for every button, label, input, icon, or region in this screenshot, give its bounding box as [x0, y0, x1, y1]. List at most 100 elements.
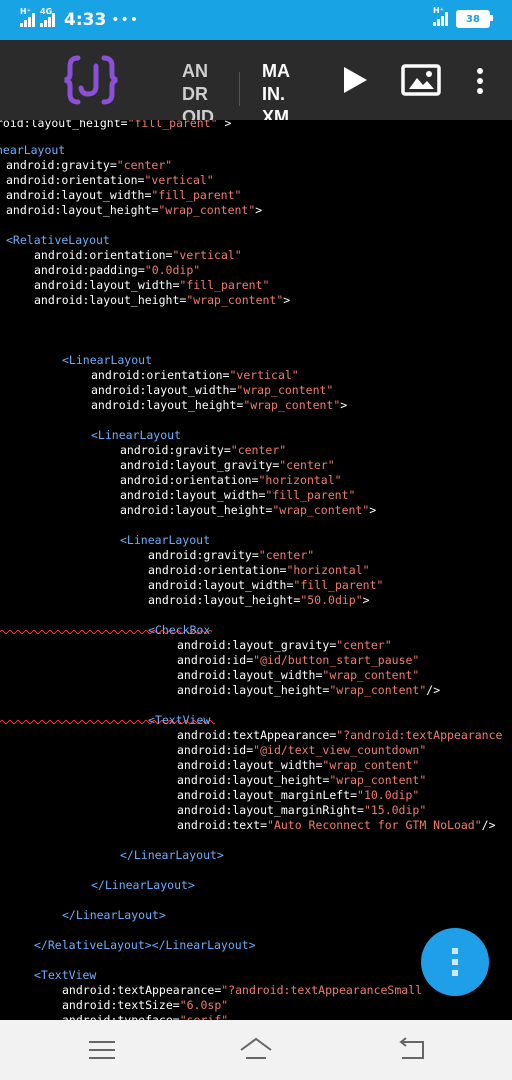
code-token-punct: >	[362, 593, 370, 607]
image-preview-icon[interactable]	[401, 64, 441, 96]
code-token-attr: android:orientation=	[120, 473, 259, 487]
code-line: android:padding="0.0dip"	[34, 263, 200, 278]
code-token-attr: android:layout_height=	[177, 773, 330, 787]
status-left: H⁺ 4G 4:33 •••	[20, 7, 140, 31]
code-token-str: "wrap_content"	[322, 758, 420, 772]
code-line: </LinearLayout>	[62, 908, 166, 923]
code-token-attr: android:layout_gravity=	[120, 458, 280, 472]
code-token-attr: android:gravity=	[6, 158, 117, 172]
code-line: android:layout_gravity="center"	[120, 458, 335, 473]
code-line: android:textAppearance="?android:textApp…	[62, 983, 422, 998]
code-token-attr: android:padding=	[34, 263, 145, 277]
code-token-str: "?android:textAppearanceSmall	[221, 983, 423, 997]
code-token-attr: android:orientation=	[148, 563, 287, 577]
code-token-str: "wrap_content"	[322, 668, 420, 682]
code-line: android:layout_width="fill_parent"	[148, 578, 383, 593]
code-token-str: "center"	[116, 158, 173, 172]
code-line: android:textSize="6.0sp"	[62, 998, 228, 1013]
code-token-attr: android:id=	[177, 653, 254, 667]
code-token-punct: >	[283, 293, 291, 307]
app-logo-icon[interactable]	[62, 52, 120, 108]
code-token-tag: <CheckBox	[148, 623, 211, 637]
signal-icon-right: H⁺	[433, 6, 448, 26]
signal-icon-1: H⁺	[20, 7, 35, 27]
code-token-attr: android:layout_width=	[34, 278, 180, 292]
code-token-str: "6.0sp"	[179, 998, 229, 1012]
code-line: android:gravity="center"	[6, 158, 172, 173]
code-token-attr: android:layout_height=	[6, 203, 159, 217]
code-token-attr: android:textSize=	[62, 998, 180, 1012]
tab-androidmanifest[interactable]: AN DR OID	[182, 60, 218, 120]
code-token-attr: android:layout_height=	[120, 503, 273, 517]
signal-icon-2: 4G	[40, 7, 55, 27]
code-line: android:layout_height="wrap_content">	[34, 293, 290, 308]
status-time: 4:33	[64, 10, 107, 30]
code-token-tag: </LinearLayout>	[62, 908, 166, 922]
code-token-str: "center"	[230, 443, 287, 457]
code-token-attr: android:orientation=	[34, 248, 173, 262]
battery-level: 38	[466, 13, 480, 25]
tab-main-xml[interactable]: MA IN. XM	[262, 60, 302, 120]
code-token-attr: android:typeface=	[62, 1013, 180, 1020]
code-token-punct: >	[369, 503, 377, 517]
code-line: <LinearLayout	[120, 533, 210, 548]
system-nav-bar	[0, 1020, 512, 1080]
code-token-str: "fill_parent"	[179, 278, 270, 292]
code-token-attr: android:layout_width=	[6, 188, 152, 202]
code-token-tag: nearLayout	[0, 143, 66, 157]
notification-more-icon: •••	[111, 12, 140, 28]
code-line: android:typeface="serif"	[62, 1013, 228, 1020]
code-token-str: "?android:textAppearance	[336, 728, 503, 742]
status-bar: H⁺ 4G 4:33 ••• H⁺ 38	[0, 0, 512, 40]
code-token-attr: android:text=	[177, 818, 268, 832]
code-line: android:text="Auto Reconnect for GTM NoL…	[177, 818, 496, 833]
code-token-tag: <RelativeLayout	[6, 233, 110, 247]
overflow-menu-icon[interactable]	[470, 66, 490, 96]
vertical-dots-icon	[452, 948, 458, 976]
back-icon[interactable]	[396, 1036, 428, 1064]
code-token-punct: >	[255, 203, 263, 217]
more-actions-fab[interactable]	[421, 928, 489, 996]
code-line: </RelativeLayout></LinearLayout>	[34, 938, 256, 953]
code-line: android:id="@id/text_view_countdown"	[177, 743, 426, 758]
code-token-str: "wrap_content"	[158, 203, 256, 217]
code-line: android:gravity="center"	[120, 443, 286, 458]
code-token-str: "center"	[279, 458, 335, 472]
code-token-punct: />	[426, 683, 441, 697]
menu-icon[interactable]	[86, 1036, 118, 1064]
code-token-attr: android:layout_width=	[91, 383, 237, 397]
code-editor[interactable]: roid:layout_height= "fill_parent" > nearLa…	[0, 120, 512, 1020]
code-line: android:orientation="vertical"	[91, 368, 299, 383]
tab-label-line: IN.	[262, 84, 286, 104]
code-line: android:orientation="horizontal"	[120, 473, 342, 488]
code-token-attr: android:textAppearance=	[62, 983, 222, 997]
network-type-label-right: H⁺	[433, 6, 444, 15]
code-token-attr: roid:layout_height=	[0, 120, 128, 130]
code-token-tag: <LinearLayout	[62, 353, 153, 367]
code-token-attr: android:layout_height=	[148, 593, 301, 607]
code-token-attr: android:layout_width=	[148, 578, 294, 592]
code-token-attr: android:textAppearance=	[177, 728, 337, 742]
home-icon[interactable]	[238, 1036, 274, 1064]
app-toolbar: AN DR OID MA IN. XM	[0, 40, 512, 120]
code-token-str: "center"	[336, 638, 392, 652]
code-token-str: "serif"	[179, 1013, 229, 1020]
tab-label-line: MA	[262, 61, 290, 81]
code-token-str: "wrap_content"	[329, 683, 427, 697]
code-token-attr: android:layout_height=	[34, 293, 187, 307]
code-line: nearLayout	[0, 143, 65, 158]
code-line: android:orientation="vertical"	[34, 248, 242, 263]
code-token-attr: android:layout_marginLeft=	[177, 788, 358, 802]
code-token-str: "vertical"	[229, 368, 299, 382]
code-token-attr: android:id=	[177, 743, 254, 757]
code-line: android:layout_width="fill_parent"	[120, 488, 355, 503]
code-token-punct: >	[217, 120, 232, 130]
code-line: android:textAppearance="?android:textApp…	[177, 728, 502, 743]
run-play-icon[interactable]	[340, 64, 370, 96]
code-token-tag: </RelativeLayout></LinearLayout>	[34, 938, 256, 952]
code-token-str: "0.0dip"	[144, 263, 201, 277]
code-token-attr: android:gravity=	[148, 548, 259, 562]
code-token-str: "50.0dip"	[300, 593, 363, 607]
code-token-str: "fill_parent"	[151, 188, 242, 202]
code-token-attr: android:layout_width=	[177, 758, 323, 772]
